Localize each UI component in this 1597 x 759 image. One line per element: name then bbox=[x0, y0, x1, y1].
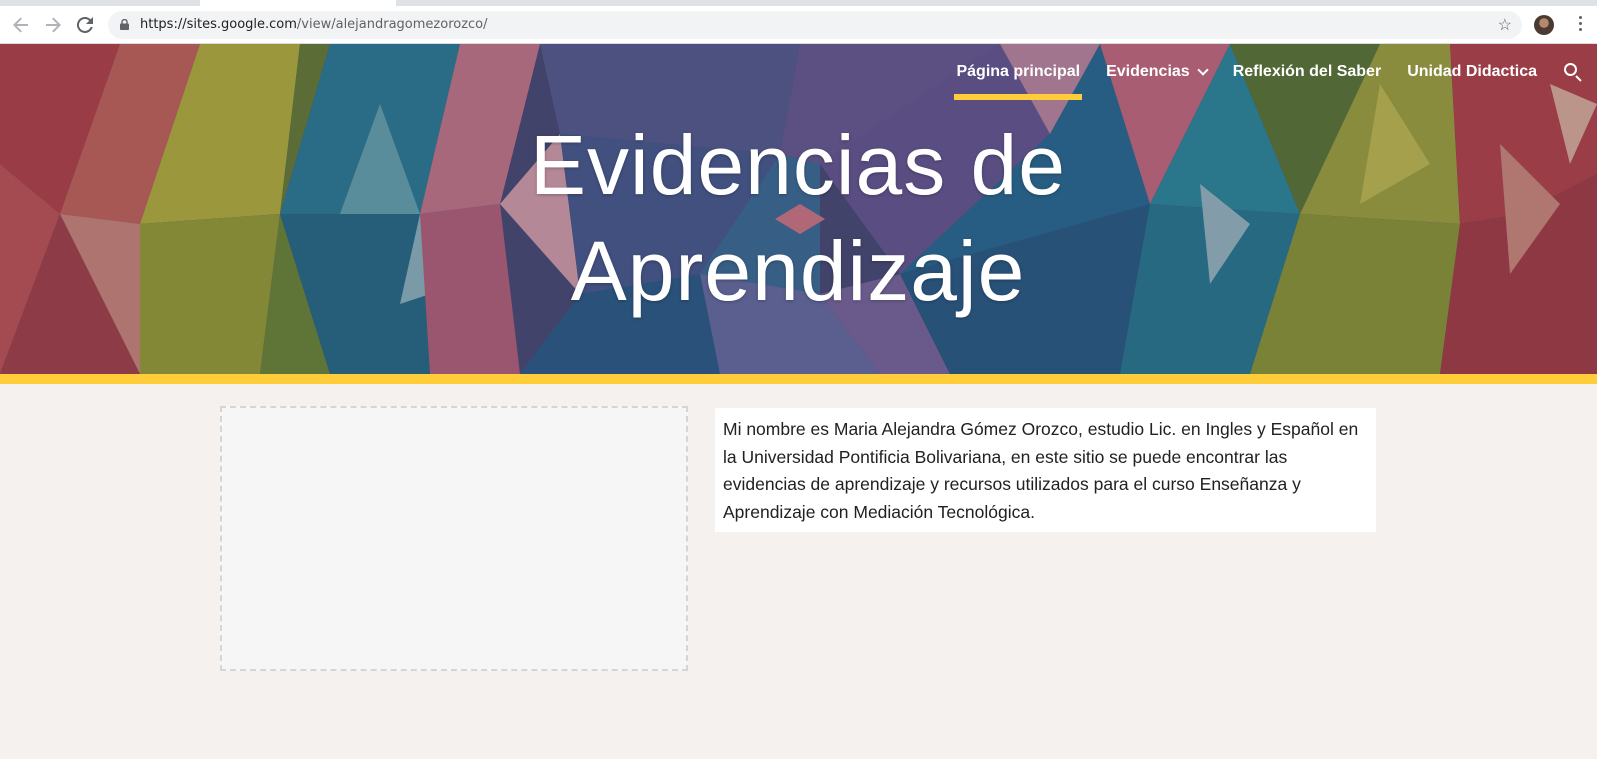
intro-paragraph: Mi nombre es Maria Alejandra Gómez Orozc… bbox=[723, 419, 1359, 522]
forward-button[interactable] bbox=[40, 12, 66, 38]
arrow-left-icon bbox=[13, 17, 28, 33]
chevron-down-icon bbox=[1197, 64, 1209, 76]
url-text: https://sites.google.com/view/alejandrag… bbox=[140, 17, 488, 32]
profile-avatar[interactable] bbox=[1534, 15, 1554, 35]
intro-text-box: Mi nombre es Maria Alejandra Gómez Orozc… bbox=[715, 408, 1376, 532]
nav-item-evidencias[interactable]: Evidencias bbox=[1106, 57, 1209, 87]
page-title-line-1: Evidencias de bbox=[530, 118, 1066, 212]
hero-accent-bar bbox=[0, 374, 1597, 384]
page-title-line-2: Aprendizaje bbox=[570, 224, 1026, 318]
nav-label: Reflexión del Saber bbox=[1232, 63, 1382, 80]
site-navigation: Página principal Evidencias Reflexión de… bbox=[954, 44, 1597, 100]
back-button[interactable] bbox=[8, 12, 34, 38]
nav-item-unidad-didactica[interactable]: Unidad Didactica bbox=[1407, 57, 1537, 87]
browser-toolbar: https://sites.google.com/view/alejandrag… bbox=[0, 6, 1597, 44]
bookmark-star-icon[interactable]: ☆ bbox=[1498, 15, 1512, 35]
image-placeholder bbox=[220, 406, 688, 671]
lock-icon bbox=[120, 19, 129, 30]
url-host: https://sites.google.com bbox=[140, 17, 297, 32]
nav-label: Página principal bbox=[956, 63, 1081, 80]
reload-button[interactable] bbox=[72, 12, 98, 38]
reload-icon bbox=[77, 17, 93, 33]
nav-item-pagina-principal[interactable]: Página principal bbox=[954, 57, 1082, 100]
browser-menu-icon[interactable] bbox=[1572, 13, 1588, 37]
page-title: Evidencias de Aprendizaje bbox=[398, 112, 1198, 324]
nav-label: Evidencias bbox=[1106, 63, 1190, 80]
nav-label: Unidad Didactica bbox=[1407, 63, 1537, 80]
url-path: /view/alejandragomezorozco/ bbox=[296, 17, 488, 32]
nav-item-reflexion-del-saber[interactable]: Reflexión del Saber bbox=[1233, 57, 1382, 87]
search-icon[interactable] bbox=[1563, 62, 1583, 82]
arrow-right-icon bbox=[46, 17, 61, 33]
address-bar[interactable]: https://sites.google.com/view/alejandrag… bbox=[108, 11, 1522, 39]
